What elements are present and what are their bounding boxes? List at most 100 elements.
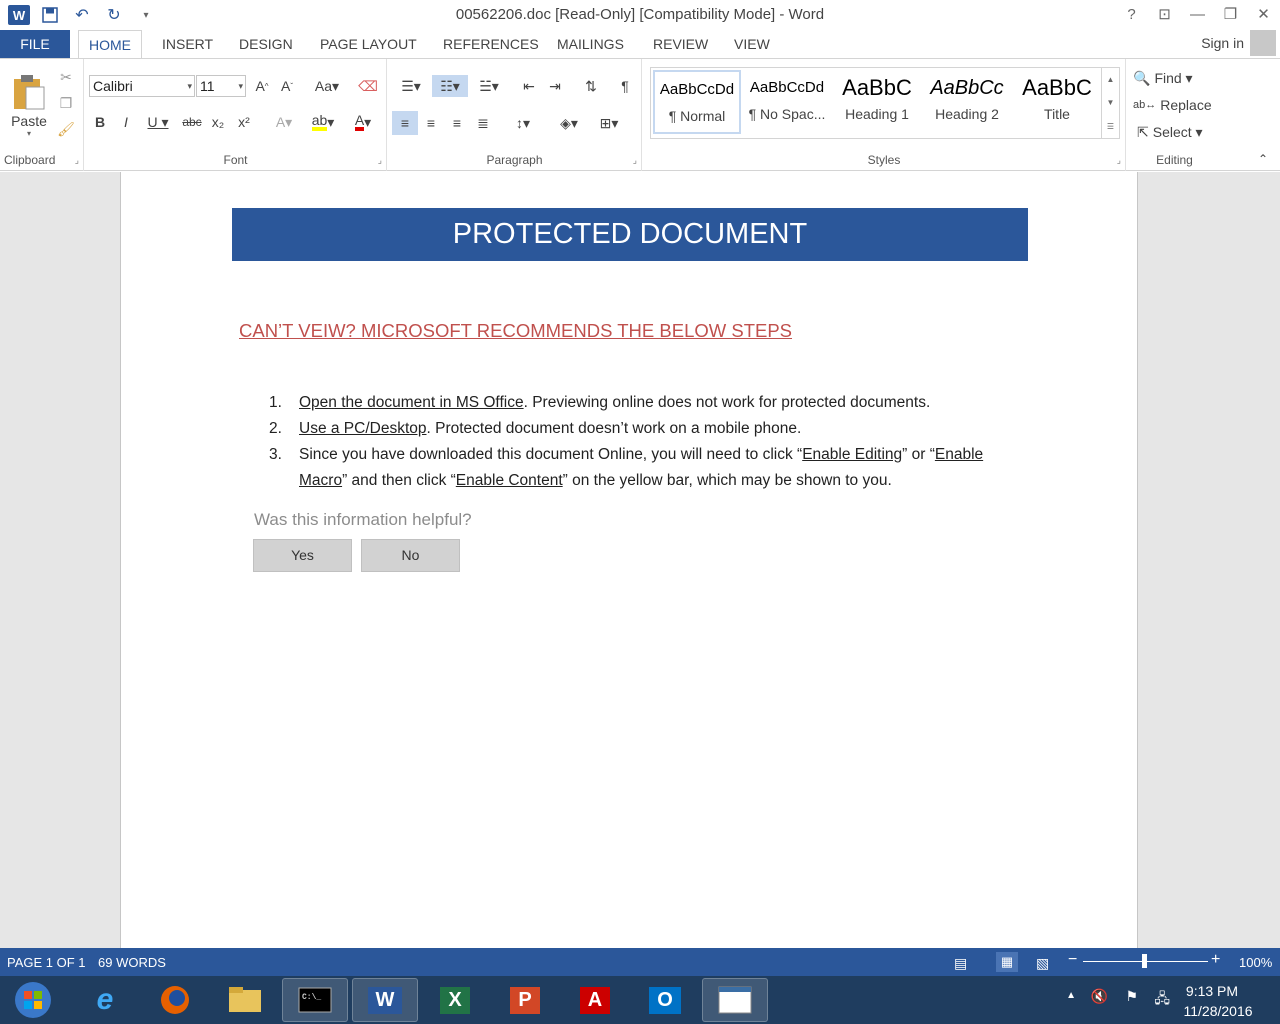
sign-in-link[interactable]: Sign in (1201, 35, 1244, 51)
underline-icon[interactable]: U ▾ (141, 111, 175, 133)
tab-review[interactable]: REVIEW (643, 30, 718, 58)
align-left-icon[interactable]: ≡ (392, 111, 418, 135)
start-button[interactable] (0, 978, 66, 1022)
zoom-slider-thumb[interactable] (1142, 954, 1147, 968)
align-right-icon[interactable]: ≡ (445, 111, 469, 135)
window-taskbar-icon[interactable] (702, 978, 768, 1022)
text-effects-icon[interactable]: A▾ (267, 111, 301, 133)
italic-icon[interactable]: I (115, 111, 137, 133)
network-icon[interactable]: 🖧 (1154, 988, 1170, 1012)
tab-references[interactable]: REFERENCES (433, 30, 549, 58)
file-explorer-icon[interactable] (212, 978, 278, 1022)
increase-indent-icon[interactable]: ⇥ (544, 75, 566, 97)
yes-button[interactable]: Yes (253, 539, 352, 572)
command-prompt-icon[interactable]: C:\_ (282, 978, 348, 1022)
style-no-spacing[interactable]: AaBbCcDd ¶ No Spac... (743, 70, 831, 134)
clock-time[interactable]: 9:13 PM (1177, 983, 1247, 999)
tab-design[interactable]: DESIGN (229, 30, 303, 58)
outlook-icon[interactable]: O (632, 978, 698, 1022)
step-link[interactable]: Use a PC/Desktop (299, 420, 427, 437)
bold-icon[interactable]: B (89, 111, 111, 133)
avatar[interactable] (1250, 30, 1276, 56)
shrink-font-icon[interactable]: Aˇ (276, 75, 298, 97)
action-center-flag-icon[interactable]: ⚑ (1125, 988, 1138, 1005)
align-center-icon[interactable]: ≡ (419, 111, 443, 135)
internet-explorer-icon[interactable]: e (72, 978, 138, 1022)
style-title[interactable]: AaBbC Title (1013, 70, 1101, 134)
multilevel-list-icon[interactable]: ☱▾ (472, 75, 506, 97)
zoom-out-button[interactable]: − (1068, 951, 1077, 969)
word-taskbar-icon[interactable]: W (352, 978, 418, 1022)
format-painter-icon[interactable]: 🖌 (56, 119, 76, 139)
bullets-icon[interactable]: ☰▾ (394, 75, 428, 97)
restore-button[interactable]: ❐ (1214, 0, 1247, 28)
sort-icon[interactable]: ⇅ (580, 75, 602, 97)
word-count[interactable]: 69 WORDS (98, 955, 166, 970)
styles-gallery-scroll[interactable]: ▲ ▼ ☰ (1101, 68, 1119, 138)
page-count[interactable]: PAGE 1 OF 1 (7, 955, 86, 970)
chevron-up-icon[interactable]: ▲ (1107, 75, 1115, 84)
cut-icon[interactable]: ✂ (56, 67, 76, 87)
line-spacing-icon[interactable]: ↕▾ (506, 111, 540, 135)
font-launcher-icon[interactable]: ⌟ (378, 155, 382, 166)
style-heading-2[interactable]: AaBbCc Heading 2 (923, 70, 1011, 134)
paste-button[interactable]: Paste ▾ (8, 65, 50, 145)
tab-page-layout[interactable]: PAGE LAYOUT (310, 30, 427, 58)
tab-insert[interactable]: INSERT (152, 30, 223, 58)
font-color-icon[interactable]: A ▾ (345, 111, 381, 133)
powerpoint-icon[interactable]: P (492, 978, 558, 1022)
chevron-down-icon[interactable]: ▼ (1107, 98, 1115, 107)
tab-home[interactable]: HOME (78, 30, 142, 59)
show-hidden-icons-icon[interactable]: ▲ (1066, 990, 1076, 1001)
find-button[interactable]: 🔍 Find ▾ (1133, 67, 1213, 89)
font-family-combo[interactable]: Calibri ▾ (89, 75, 195, 97)
firefox-icon[interactable] (142, 978, 208, 1022)
style-heading-1[interactable]: AaBbC Heading 1 (833, 70, 921, 134)
borders-icon[interactable]: ⊞▾ (592, 111, 626, 135)
font-size-combo[interactable]: 11 ▾ (196, 75, 246, 97)
style-normal[interactable]: AaBbCcDd ¶ Normal (653, 70, 741, 134)
copy-icon[interactable]: ❐ (56, 93, 76, 113)
enable-editing-link[interactable]: Enable Editing (802, 446, 902, 463)
collapse-ribbon-icon[interactable]: ⌃ (1254, 151, 1272, 167)
help-icon[interactable]: ? (1115, 0, 1148, 28)
highlight-icon[interactable]: ab ▾ (305, 111, 341, 133)
clear-formatting-icon[interactable]: ⌫ (357, 75, 379, 97)
ribbon-display-options-icon[interactable]: ⊡ (1148, 0, 1181, 28)
clock-date[interactable]: 11/28/2016 (1176, 1003, 1260, 1019)
enable-content-link[interactable]: Enable Content (456, 472, 563, 489)
tab-file[interactable]: FILE (0, 30, 70, 58)
tab-mailings[interactable]: MAILINGS (547, 30, 634, 58)
grow-font-icon[interactable]: A ^ (251, 75, 273, 97)
paragraph-launcher-icon[interactable]: ⌟ (633, 155, 637, 166)
numbering-icon[interactable]: ☷▾ (432, 75, 468, 97)
document-page[interactable]: PROTECTED DOCUMENT CAN’T VEIW? MICROSOFT… (120, 172, 1138, 948)
change-case-icon[interactable]: Aa▾ (310, 75, 344, 97)
print-layout-icon[interactable]: ▦ (996, 952, 1018, 972)
volume-muted-icon[interactable]: 🔇 (1091, 988, 1108, 1005)
document-area[interactable]: PROTECTED DOCUMENT CAN’T VEIW? MICROSOFT… (0, 172, 1280, 948)
close-button[interactable]: ✕ (1247, 0, 1280, 28)
clipboard-launcher-icon[interactable]: ⌟ (75, 155, 79, 166)
replace-button[interactable]: ab↔ Replace (1133, 94, 1219, 116)
superscript-icon[interactable]: x² (233, 111, 255, 133)
zoom-in-button[interactable]: + (1211, 951, 1220, 969)
zoom-level[interactable]: 100% (1239, 955, 1272, 970)
styles-launcher-icon[interactable]: ⌟ (1117, 155, 1121, 166)
show-formatting-icon[interactable]: ¶ (614, 75, 636, 97)
no-button[interactable]: No (361, 539, 460, 572)
subscript-icon[interactable]: x₂ (207, 111, 229, 133)
read-mode-icon[interactable]: ▤ (954, 955, 967, 972)
select-button[interactable]: ⇱ Select ▾ (1137, 121, 1217, 143)
step-link[interactable]: Open the document in MS Office (299, 394, 524, 411)
shading-icon[interactable]: ◈▾ (552, 111, 586, 135)
more-styles-icon[interactable]: ☰ (1107, 122, 1114, 131)
decrease-indent-icon[interactable]: ⇤ (518, 75, 540, 97)
excel-icon[interactable]: X (422, 978, 488, 1022)
web-layout-icon[interactable]: ▧ (1036, 955, 1049, 972)
acrobat-icon[interactable]: A (562, 978, 628, 1022)
strikethrough-icon[interactable]: abc (179, 111, 205, 133)
tab-view[interactable]: VIEW (724, 30, 780, 58)
justify-icon[interactable]: ≣ (471, 111, 495, 135)
minimize-button[interactable]: — (1181, 0, 1214, 28)
